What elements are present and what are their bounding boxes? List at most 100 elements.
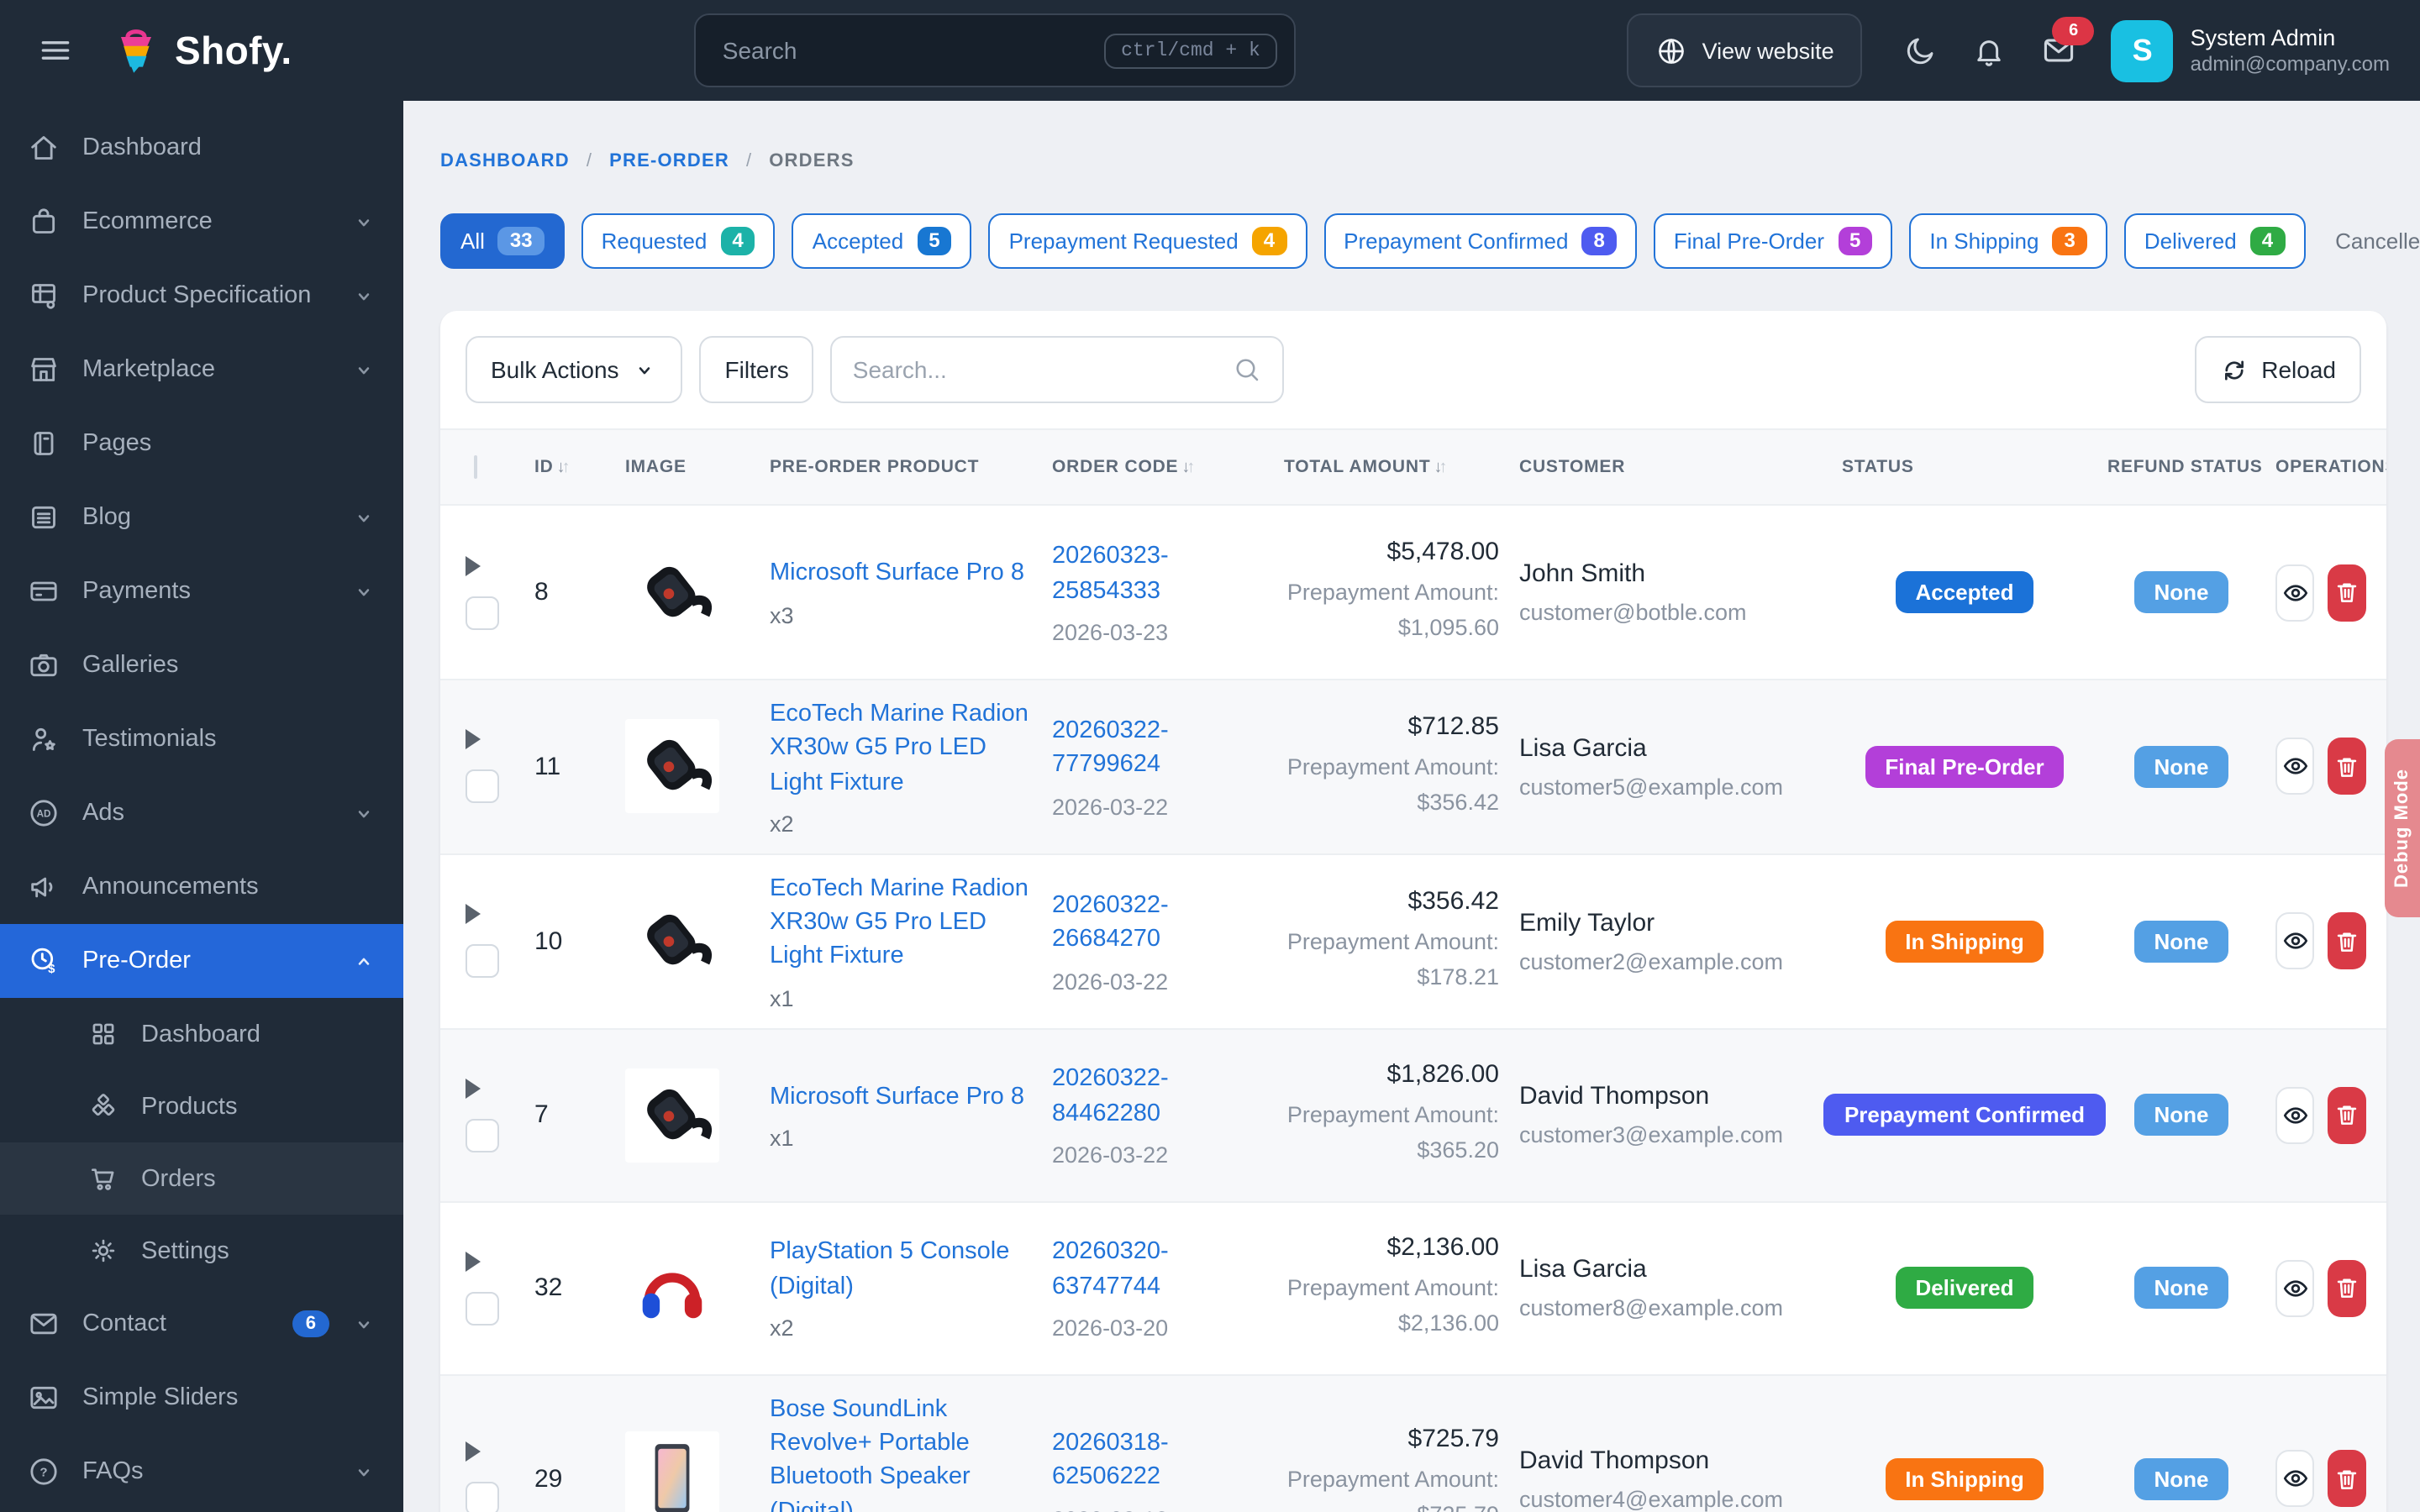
sidebar-item-blog[interactable]: Blog bbox=[0, 480, 403, 554]
sidebar-subitem-dashboard[interactable]: Dashboard bbox=[0, 998, 403, 1070]
reload-button[interactable]: Reload bbox=[2194, 336, 2361, 403]
debug-mode-ribbon[interactable]: Debug Mode bbox=[2385, 739, 2420, 917]
filter-tab-cancelled[interactable]: Cancelled bbox=[2322, 215, 2420, 267]
product-link[interactable]: Bose SoundLink Revolve+ Portable Bluetoo… bbox=[770, 1393, 1032, 1512]
sidebar-item-product-specification[interactable]: Product Specification bbox=[0, 259, 403, 333]
image-icon bbox=[27, 1381, 60, 1415]
view-website-button[interactable]: View website bbox=[1626, 13, 1863, 87]
view-order-button[interactable] bbox=[2275, 1086, 2315, 1144]
sidebar-item-announcements[interactable]: Announcements bbox=[0, 850, 403, 924]
order-code-link[interactable]: 20260323- 25854333 bbox=[1052, 539, 1264, 607]
filter-tab-label: Prepayment Requested bbox=[1008, 228, 1239, 254]
sidebar-subitem-label: Settings bbox=[141, 1237, 229, 1264]
sidebar-item-faqs[interactable]: ? FAQs bbox=[0, 1435, 403, 1509]
hamburger-menu-icon[interactable] bbox=[30, 25, 81, 76]
sidebar-item-ads[interactable]: AD Ads bbox=[0, 776, 403, 850]
column-header-order-code[interactable]: ORDER CODE ↓↑ bbox=[1042, 457, 1274, 477]
sidebar-subitem-products[interactable]: Products bbox=[0, 1070, 403, 1142]
product-link[interactable]: EcoTech Marine Radion XR30w G5 Pro LED L… bbox=[770, 697, 1032, 800]
sidebar-item-pages[interactable]: Pages bbox=[0, 407, 403, 480]
sidebar-item-label: Payments bbox=[82, 578, 191, 605]
filter-tab-requested[interactable]: Requested 4 bbox=[581, 213, 776, 269]
delete-order-button[interactable] bbox=[2328, 912, 2366, 970]
order-row-10: 10 EcoTech Marine Radion XR30w G5 Pro LED… bbox=[440, 853, 2386, 1028]
order-code-link[interactable]: 20260322- 77799624 bbox=[1052, 714, 1264, 782]
delete-order-button[interactable] bbox=[2328, 1086, 2366, 1144]
row-checkbox[interactable] bbox=[466, 1291, 499, 1326]
order-code-link[interactable]: 20260320- 63747744 bbox=[1052, 1236, 1264, 1304]
view-order-button[interactable] bbox=[2275, 1450, 2315, 1508]
table-search-input[interactable]: Search... bbox=[830, 336, 1285, 403]
user-profile-menu[interactable]: S System Admin admin@company.com bbox=[2111, 19, 2390, 81]
svg-text:AD: AD bbox=[37, 809, 51, 820]
row-checkbox[interactable] bbox=[466, 769, 499, 804]
notifications-bell-icon[interactable] bbox=[1972, 33, 2007, 68]
row-checkbox[interactable] bbox=[466, 1118, 499, 1152]
order-code-link[interactable]: 20260318- 62506222 bbox=[1052, 1426, 1264, 1494]
row-expander[interactable] bbox=[466, 904, 481, 925]
sidebar-item-marketplace[interactable]: Marketplace bbox=[0, 333, 403, 407]
view-order-button[interactable] bbox=[2275, 738, 2315, 795]
order-date: 2026-03-23 bbox=[1052, 619, 1169, 645]
delete-order-button[interactable] bbox=[2328, 738, 2366, 795]
filter-tab-prepayment-requested[interactable]: Prepayment Requested 4 bbox=[988, 213, 1307, 269]
chevron-down-icon bbox=[351, 579, 376, 604]
sidebar-item-pre-order[interactable]: $ Pre-Order bbox=[0, 924, 403, 998]
breadcrumb-link[interactable]: DASHBOARD bbox=[440, 151, 570, 171]
product-link[interactable]: Microsoft Surface Pro 8 bbox=[770, 1079, 1032, 1114]
filter-tab-final-pre-order[interactable]: Final Pre-Order 5 bbox=[1653, 213, 1893, 269]
ad-icon: AD bbox=[27, 796, 60, 830]
order-code-link[interactable]: 20260322- 26684270 bbox=[1052, 889, 1264, 957]
sidebar-item-simple-sliders[interactable]: Simple Sliders bbox=[0, 1361, 403, 1435]
bulk-actions-button[interactable]: Bulk Actions bbox=[466, 336, 683, 403]
sidebar-item-newsletters[interactable]: Newsletters bbox=[0, 1509, 403, 1512]
row-checkbox[interactable] bbox=[466, 1482, 499, 1512]
sidebar-item-ecommerce[interactable]: Ecommerce bbox=[0, 185, 403, 259]
order-id: 10 bbox=[534, 927, 563, 956]
delete-order-button[interactable] bbox=[2328, 1259, 2366, 1317]
dark-mode-toggle[interactable] bbox=[1903, 33, 1939, 68]
order-code-link[interactable]: 20260322- 84462280 bbox=[1052, 1063, 1264, 1131]
filter-tab-delivered[interactable]: Delivered 4 bbox=[2123, 213, 2306, 269]
view-order-button[interactable] bbox=[2275, 564, 2315, 621]
sidebar-item-contact[interactable]: Contact 6 bbox=[0, 1287, 403, 1361]
filter-tab-prepayment-confirmed[interactable]: Prepayment Confirmed 8 bbox=[1323, 213, 1637, 269]
row-expander[interactable] bbox=[466, 555, 481, 575]
delete-order-button[interactable] bbox=[2328, 1450, 2366, 1508]
row-expander[interactable] bbox=[466, 1078, 481, 1099]
filters-button[interactable]: Filters bbox=[699, 336, 814, 403]
product-link[interactable]: Microsoft Surface Pro 8 bbox=[770, 557, 1032, 591]
sidebar-item-label: Pre-Order bbox=[82, 948, 191, 974]
filter-tab-all[interactable]: All 33 bbox=[440, 213, 565, 269]
view-order-button[interactable] bbox=[2275, 1259, 2315, 1317]
filter-tab-accepted[interactable]: Accepted 5 bbox=[792, 213, 972, 269]
select-all-checkbox[interactable] bbox=[474, 455, 477, 479]
row-expander[interactable] bbox=[466, 1441, 481, 1462]
row-expander[interactable] bbox=[466, 1251, 481, 1272]
product-image bbox=[625, 719, 719, 814]
column-header-total-amount[interactable]: TOTAL AMOUNT ↓↑ bbox=[1274, 457, 1509, 477]
column-header-id[interactable]: ID ↓↑ bbox=[524, 457, 615, 477]
row-checkbox[interactable] bbox=[466, 944, 499, 979]
row-checkbox[interactable] bbox=[466, 596, 499, 629]
brand-logo[interactable]: Shofy. bbox=[111, 24, 363, 77]
product-image bbox=[625, 1431, 719, 1512]
product-link[interactable]: PlayStation 5 Console (Digital) bbox=[770, 1236, 1032, 1304]
filter-tab-in-shipping[interactable]: In Shipping 3 bbox=[1909, 213, 2107, 269]
filter-tab-label: Accepted bbox=[812, 228, 904, 254]
sidebar-item-galleries[interactable]: Galleries bbox=[0, 628, 403, 702]
delete-order-button[interactable] bbox=[2328, 564, 2366, 621]
view-order-button[interactable] bbox=[2275, 912, 2315, 970]
sidebar-item-label: Pages bbox=[82, 430, 152, 457]
sidebar-item-payments[interactable]: Payments bbox=[0, 554, 403, 628]
global-search-input[interactable]: Search ctrl/cmd + k bbox=[693, 13, 1296, 87]
row-expander[interactable] bbox=[466, 729, 481, 750]
messages-icon[interactable]: 6 bbox=[2041, 17, 2095, 69]
breadcrumb-link[interactable]: PRE-ORDER bbox=[609, 151, 729, 171]
sidebar-item-dashboard[interactable]: Dashboard bbox=[0, 111, 403, 185]
customer-name: John Smith bbox=[1519, 559, 1646, 588]
sidebar-subitem-settings[interactable]: Settings bbox=[0, 1215, 403, 1287]
product-link[interactable]: EcoTech Marine Radion XR30w G5 Pro LED L… bbox=[770, 872, 1032, 974]
sidebar-item-testimonials[interactable]: Testimonials bbox=[0, 702, 403, 776]
sidebar-subitem-orders[interactable]: Orders bbox=[0, 1142, 403, 1215]
